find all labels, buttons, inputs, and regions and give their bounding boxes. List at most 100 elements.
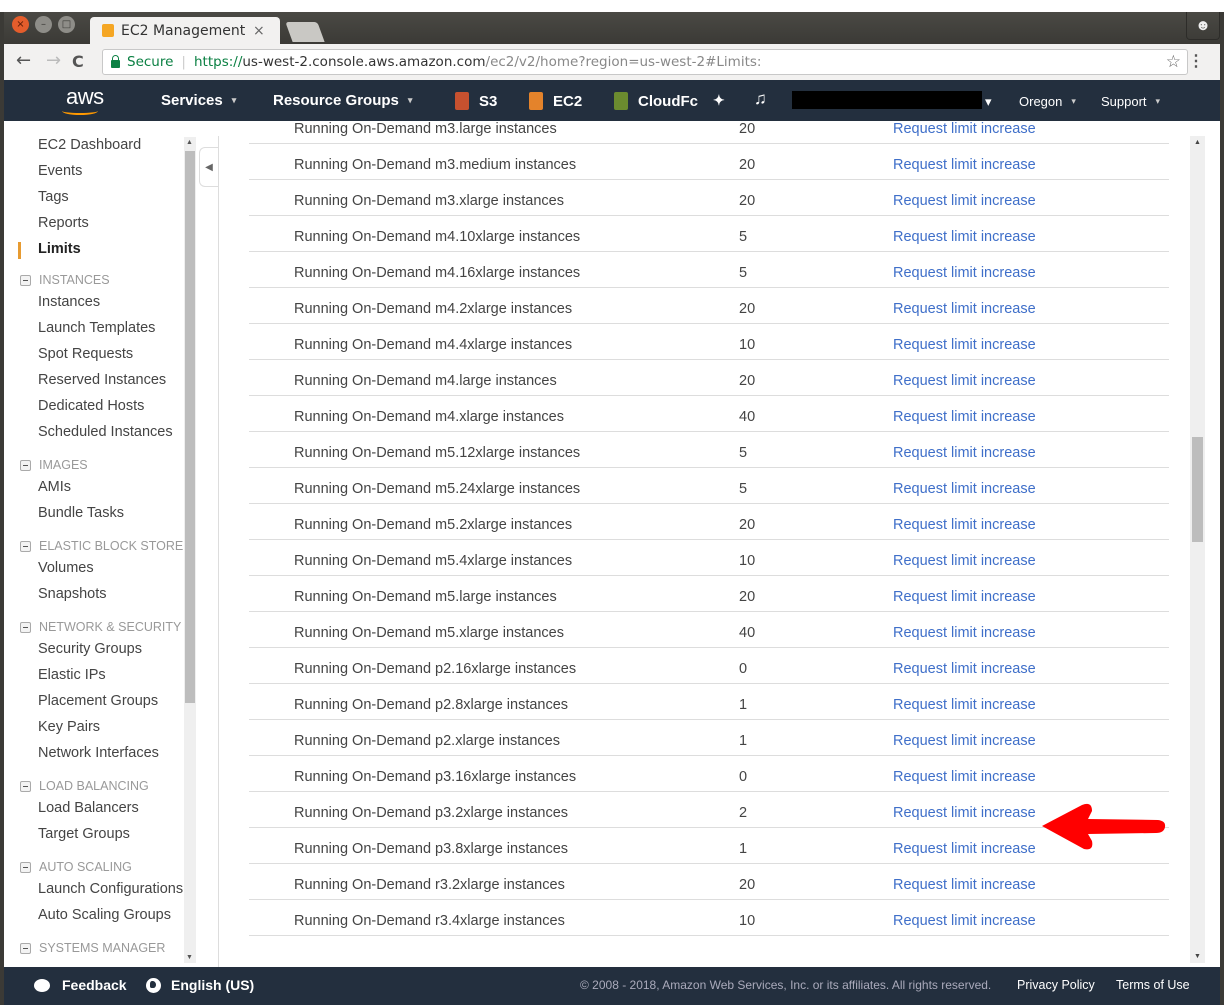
sidebar-item-tags[interactable]: Tags [38, 189, 69, 205]
sidebar-item-load-balancers[interactable]: Load Balancers [38, 800, 139, 816]
collapse-section-icon[interactable] [20, 861, 31, 873]
sidebar-section-images[interactable]: IMAGES [20, 458, 88, 472]
profile-icon[interactable]: ☻ [1186, 12, 1220, 40]
sidebar-item-auto-scaling-groups[interactable]: Auto Scaling Groups [38, 907, 171, 923]
collapse-section-icon[interactable] [20, 274, 31, 286]
sidebar-section-network-security[interactable]: NETWORK & SECURITY [20, 620, 181, 634]
tab-close-icon[interactable]: × [253, 23, 265, 39]
request-limit-increase-link[interactable]: Request limit increase [893, 805, 1036, 821]
limit-value: 0 [739, 769, 748, 785]
collapse-section-icon[interactable] [20, 780, 31, 792]
privacy-policy-link[interactable]: Privacy Policy [1017, 978, 1095, 992]
main-scrollbar[interactable]: ▲ ▼ [1190, 136, 1205, 963]
sidebar-scroll-thumb[interactable] [185, 151, 195, 703]
request-limit-increase-link[interactable]: Request limit increase [893, 193, 1036, 209]
window-border-left [0, 12, 4, 1005]
request-limit-increase-link[interactable]: Request limit increase [893, 733, 1036, 749]
sidebar-item-launch-configurations[interactable]: Launch Configurations [38, 881, 183, 897]
collapse-section-icon[interactable] [20, 942, 31, 954]
reload-icon[interactable]: C [72, 52, 84, 71]
section-title: IMAGES [39, 458, 88, 472]
request-limit-increase-link[interactable]: Request limit increase [893, 229, 1036, 245]
sidebar-item-reserved-instances[interactable]: Reserved Instances [38, 372, 166, 388]
sidebar-item-dedicated-hosts[interactable]: Dedicated Hosts [38, 398, 144, 414]
sidebar-item-security-groups[interactable]: Security Groups [38, 641, 142, 657]
collapse-sidebar-button[interactable]: ◀ [199, 147, 218, 187]
sidebar-section-systems-manager[interactable]: SYSTEMS MANAGER [20, 941, 165, 955]
sidebar-section-auto-scaling[interactable]: AUTO SCALING [20, 860, 132, 874]
sidebar-item-bundle-tasks[interactable]: Bundle Tasks [38, 505, 124, 521]
request-limit-increase-link[interactable]: Request limit increase [893, 301, 1036, 317]
sidebar-section-elastic-block-store[interactable]: ELASTIC BLOCK STORE [20, 539, 183, 553]
request-limit-increase-link[interactable]: Request limit increase [893, 841, 1036, 857]
window-maximize-button[interactable]: □ [58, 16, 75, 33]
request-limit-increase-link[interactable]: Request limit increase [893, 157, 1036, 173]
sidebar-item-elastic-ips[interactable]: Elastic IPs [38, 667, 106, 683]
sidebar-item-reports[interactable]: Reports [38, 215, 89, 231]
request-limit-increase-link[interactable]: Request limit increase [893, 553, 1036, 569]
sidebar-item-target-groups[interactable]: Target Groups [38, 826, 130, 842]
request-limit-increase-link[interactable]: Request limit increase [893, 661, 1036, 677]
forward-icon[interactable]: → [46, 50, 61, 71]
sidebar-section-instances[interactable]: INSTANCES [20, 273, 110, 287]
scroll-up-icon[interactable]: ▲ [186, 139, 193, 146]
section-title: INSTANCES [39, 273, 110, 287]
sidebar-item-network-interfaces[interactable]: Network Interfaces [38, 745, 159, 761]
sidebar-item-launch-templates[interactable]: Launch Templates [38, 320, 155, 336]
sidebar-item-amis[interactable]: AMIs [38, 479, 71, 495]
collapse-section-icon[interactable] [20, 540, 31, 552]
table-row: Running On-Demand p2.xlarge instances 1 Re… [249, 720, 1169, 756]
table-row: Running On-Demand m5.24xlarge instances 5… [249, 468, 1169, 504]
request-limit-increase-link[interactable]: Request limit increase [893, 337, 1036, 353]
scroll-down-icon[interactable]: ▼ [1194, 953, 1201, 960]
section-title: AUTO SCALING [39, 860, 132, 874]
limit-name: Running On-Demand m4.16xlarge instances [294, 265, 581, 281]
sidebar-item-placement-groups[interactable]: Placement Groups [38, 693, 158, 709]
sidebar-item-snapshots[interactable]: Snapshots [38, 586, 107, 602]
sidebar-item-spot-requests[interactable]: Spot Requests [38, 346, 133, 362]
limit-value: 5 [739, 229, 748, 245]
request-limit-increase-link[interactable]: Request limit increase [893, 517, 1036, 533]
sidebar-scrollbar[interactable]: ▲ ▼ [184, 137, 196, 963]
request-limit-increase-link[interactable]: Request limit increase [893, 409, 1036, 425]
request-limit-increase-link[interactable]: Request limit increase [893, 589, 1036, 605]
window-minimize-button[interactable]: – [35, 16, 52, 33]
bookmark-star-icon[interactable]: ☆ [1166, 52, 1181, 72]
main-scroll-thumb[interactable] [1192, 437, 1203, 542]
table-row: Running On-Demand p2.16xlarge instances 0… [249, 648, 1169, 684]
feedback-link[interactable]: Feedback [34, 977, 127, 993]
new-tab-button[interactable] [285, 22, 325, 42]
request-limit-increase-link[interactable]: Request limit increase [893, 265, 1036, 281]
sidebar-item-key-pairs[interactable]: Key Pairs [38, 719, 100, 735]
request-limit-increase-link[interactable]: Request limit increase [893, 445, 1036, 461]
limit-name: Running On-Demand m4.10xlarge instances [294, 229, 581, 245]
sidebar-item-scheduled-instances[interactable]: Scheduled Instances [38, 424, 173, 440]
request-limit-increase-link[interactable]: Request limit increase [893, 877, 1036, 893]
sidebar-item-instances[interactable]: Instances [38, 294, 100, 310]
sidebar-item-limits[interactable]: Limits [38, 241, 81, 257]
request-limit-increase-link[interactable]: Request limit increase [893, 481, 1036, 497]
collapse-section-icon[interactable] [20, 459, 31, 471]
language-selector[interactable]: English (US) [146, 977, 254, 993]
browser-tab[interactable]: EC2 Management C × [90, 17, 280, 44]
sidebar-item-events[interactable]: Events [38, 163, 82, 179]
address-bar[interactable]: Secure | https:// us-west-2.console.aws.… [102, 49, 1188, 75]
sidebar-item-volumes[interactable]: Volumes [38, 560, 94, 576]
back-icon[interactable]: ← [16, 50, 31, 71]
request-limit-increase-link[interactable]: Request limit increase [893, 913, 1036, 929]
window-close-button[interactable]: × [12, 16, 29, 33]
scroll-up-icon[interactable]: ▲ [1194, 139, 1201, 146]
request-limit-increase-link[interactable]: Request limit increase [893, 121, 1036, 137]
request-limit-increase-link[interactable]: Request limit increase [893, 697, 1036, 713]
sidebar-item-ec2-dashboard[interactable]: EC2 Dashboard [38, 137, 141, 153]
feedback-label: Feedback [62, 977, 127, 993]
request-limit-increase-link[interactable]: Request limit increase [893, 373, 1036, 389]
limit-name: Running On-Demand p3.8xlarge instances [294, 841, 569, 857]
scroll-down-icon[interactable]: ▼ [186, 954, 193, 961]
request-limit-increase-link[interactable]: Request limit increase [893, 625, 1036, 641]
terms-of-use-link[interactable]: Terms of Use [1116, 978, 1190, 992]
collapse-section-icon[interactable] [20, 621, 31, 633]
request-limit-increase-link[interactable]: Request limit increase [893, 769, 1036, 785]
browser-menu-icon[interactable]: ⋮ [1188, 51, 1204, 71]
sidebar-section-load-balancing[interactable]: LOAD BALANCING [20, 779, 149, 793]
